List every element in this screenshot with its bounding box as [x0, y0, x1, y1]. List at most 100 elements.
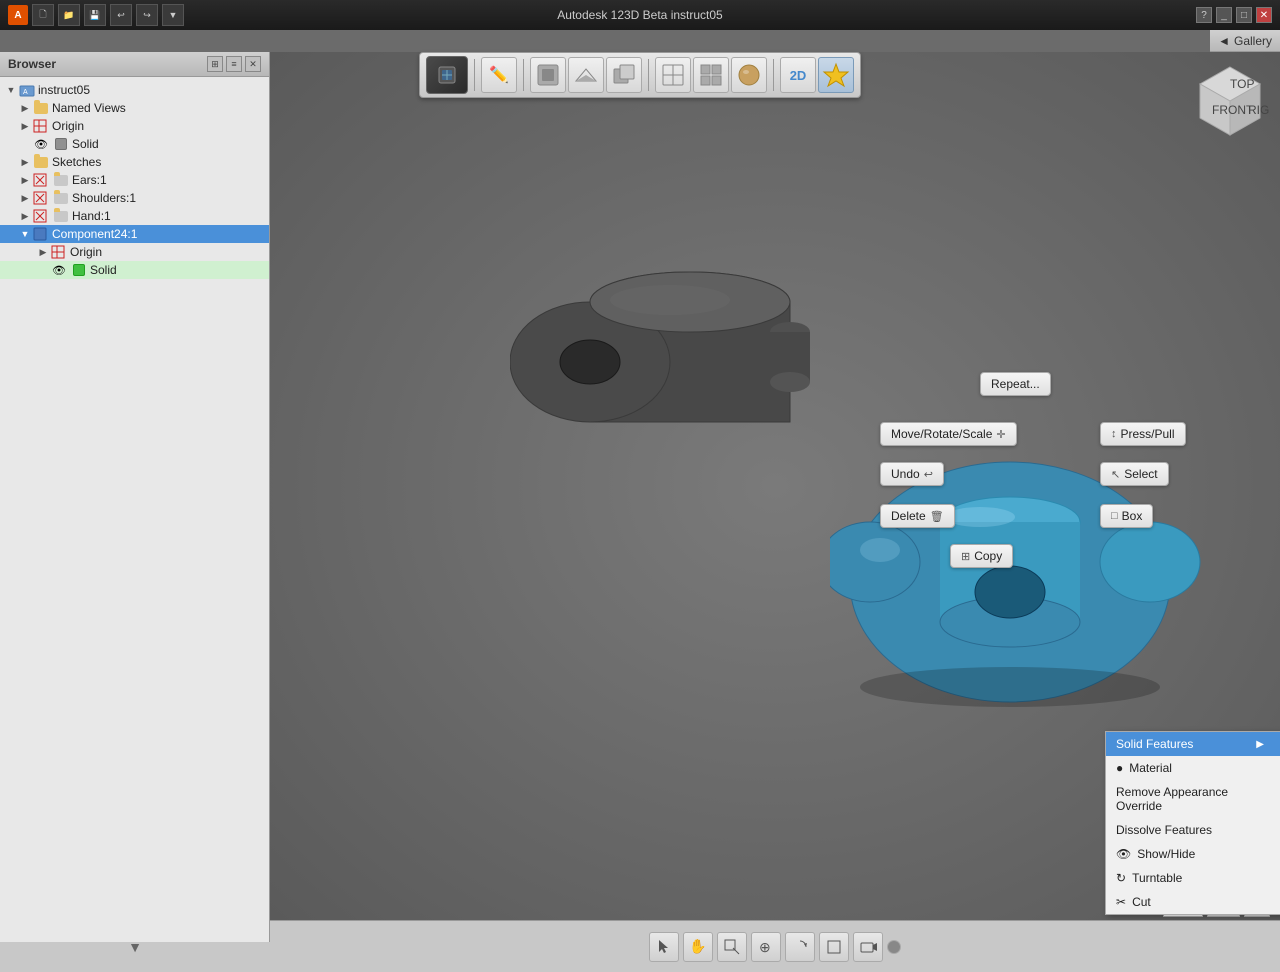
icon-ears-folder [52, 173, 70, 187]
view-back-button[interactable] [606, 57, 642, 93]
browser-header: Browser ⊞ ≡ ✕ [0, 52, 269, 77]
press-pull-button[interactable]: ↕ Press/Pull [1100, 422, 1186, 446]
menu-item-material[interactable]: ● Material [1106, 756, 1280, 780]
move-rotate-scale-button[interactable]: Move/Rotate/Scale ✛ [880, 422, 1017, 446]
toggle-sketches[interactable]: ▶ [18, 155, 32, 169]
tree-item-shoulders[interactable]: ▶ Shoulders:1 [0, 189, 269, 207]
undo-label: Undo [891, 467, 920, 481]
cursor-button[interactable] [649, 932, 679, 962]
tb-undo[interactable]: ↩ [110, 4, 132, 26]
tree-label-component24: Component24:1 [52, 227, 137, 241]
view-front-button[interactable] [530, 57, 566, 93]
tree-item-component24[interactable]: ▼ Component24:1 [0, 225, 269, 243]
tb-more[interactable]: ▼ [162, 4, 184, 26]
titlebar-controls: ? _ □ ✕ [1196, 7, 1272, 23]
toggle-hand[interactable]: ▶ [18, 209, 32, 223]
tree-item-origin2[interactable]: ▶ Origin [0, 243, 269, 261]
delete-button[interactable]: Delete 🗑 [880, 504, 955, 528]
statusbar: ✋ ⊕ [270, 920, 1280, 972]
toggle-origin2[interactable]: ▶ [36, 245, 50, 259]
browser-tree: ▼ A instruct05 ▶ Named Views ▶ Origin ▶ [0, 77, 269, 283]
hand-button[interactable]: ✋ [683, 932, 713, 962]
titlebar-title: Autodesk 123D Beta instruct05 [557, 8, 722, 22]
tree-label-named-views: Named Views [52, 101, 126, 115]
gallery-label: Gallery [1234, 34, 1272, 48]
toggle-named-views[interactable]: ▶ [18, 101, 32, 115]
toggle-component24[interactable]: ▼ [18, 227, 32, 241]
tree-item-hand[interactable]: ▶ Hand:1 [0, 207, 269, 225]
snap-button[interactable] [818, 57, 854, 93]
tb-new[interactable]: 🗋 [32, 4, 54, 26]
menu-item-turntable[interactable]: ↻ Turntable [1106, 866, 1280, 890]
tree-item-instruct05[interactable]: ▼ A instruct05 [0, 81, 269, 99]
toggle-shoulders[interactable]: ▶ [18, 191, 32, 205]
close-button[interactable]: ✕ [1256, 7, 1272, 23]
tb-open[interactable]: 📁 [58, 4, 80, 26]
solid-features-label: Solid Features [1116, 737, 1193, 751]
undo-button[interactable]: Undo ↩ [880, 462, 944, 486]
press-pull-label: Press/Pull [1121, 427, 1175, 441]
rotate-button[interactable] [785, 932, 815, 962]
zoom-region-button[interactable] [717, 932, 747, 962]
move-icon: ✛ [996, 428, 1005, 441]
wireframe-button[interactable] [655, 57, 691, 93]
tree-item-solid[interactable]: ▶ 👁 Solid [0, 135, 269, 153]
menu-item-remove-appearance[interactable]: Remove Appearance Override [1106, 780, 1280, 818]
menu-item-dissolve-features[interactable]: Dissolve Features [1106, 818, 1280, 842]
box-button[interactable]: □ Box [1100, 504, 1153, 528]
material-button[interactable] [731, 57, 767, 93]
icon-ears-x [32, 173, 50, 187]
minimize-button[interactable]: _ [1216, 7, 1232, 23]
toggle-instruct05[interactable]: ▼ [4, 83, 18, 97]
svg-text:A: A [23, 89, 28, 96]
menu-item-show-hide[interactable]: 👁 Show/Hide [1106, 842, 1280, 866]
grid-button[interactable] [693, 57, 729, 93]
maximize-button[interactable]: □ [1236, 7, 1252, 23]
browser-icon-1[interactable]: ⊞ [207, 56, 223, 72]
delete-icon: 🗑 [930, 510, 944, 523]
cut-label: Cut [1132, 895, 1151, 909]
tree-label-sketches: Sketches [52, 155, 101, 169]
viewcube[interactable]: TOP FRONT RIGHT [1190, 62, 1270, 142]
copy-label: Copy [974, 549, 1002, 563]
icon-origin2-x [50, 245, 68, 259]
material-label: Material [1129, 761, 1172, 775]
view-perspective-button[interactable] [568, 57, 604, 93]
tree-item-named-views[interactable]: ▶ Named Views [0, 99, 269, 117]
tree-item-origin[interactable]: ▶ Origin [0, 117, 269, 135]
svg-text:👁: 👁 [52, 265, 66, 277]
select-button[interactable]: ↖ Select [1100, 462, 1169, 486]
main-toolbar: ✏️ [419, 52, 861, 98]
toggle-ears[interactable]: ▶ [18, 173, 32, 187]
box-icon: □ [1111, 510, 1118, 522]
menu-item-cut[interactable]: ✂ Cut [1106, 890, 1280, 914]
box-label: Box [1122, 509, 1143, 523]
viewport[interactable]: TOP FRONT RIGHT Repeat... Move/Rotate/Sc… [270, 52, 1280, 920]
camera-button[interactable] [853, 932, 883, 962]
copy-button[interactable]: ⊞ Copy [950, 544, 1013, 568]
pan-button[interactable]: ⊕ [751, 932, 781, 962]
repeat-label: Repeat... [991, 377, 1040, 391]
tree-label-shoulders: Shoulders:1 [72, 191, 136, 205]
menu-item-solid-features[interactable]: Solid Features ▶ [1106, 732, 1280, 756]
tree-item-sketches[interactable]: ▶ Sketches [0, 153, 269, 171]
zoom-fit-button[interactable] [819, 932, 849, 962]
context-dropdown-menu: Solid Features ▶ ● Material Remove Appea… [1105, 731, 1280, 915]
browser-close-button[interactable]: ✕ [245, 56, 261, 72]
help-icon[interactable]: ? [1196, 7, 1212, 23]
gallery-arrow-left[interactable]: ◄ [1218, 34, 1230, 48]
repeat-button[interactable]: Repeat... [980, 372, 1051, 396]
gallerybar: ◄ Gallery [1210, 30, 1280, 52]
browser-icon-2[interactable]: ≡ [226, 56, 242, 72]
toolbar-separator-1 [474, 59, 475, 91]
toggle-origin[interactable]: ▶ [18, 119, 32, 133]
settings-circle-button[interactable] [887, 940, 901, 954]
tb-save[interactable]: 💾 [84, 4, 106, 26]
tree-item-ears[interactable]: ▶ Ears:1 [0, 171, 269, 189]
home-view-button[interactable] [426, 56, 468, 94]
tb-redo[interactable]: ↪ [136, 4, 158, 26]
sketch-button[interactable]: ✏️ [481, 57, 517, 93]
tree-item-solid2[interactable]: ▶ 👁 Solid [0, 261, 269, 279]
2d-button[interactable]: 2D [780, 57, 816, 93]
delete-label: Delete [891, 509, 926, 523]
